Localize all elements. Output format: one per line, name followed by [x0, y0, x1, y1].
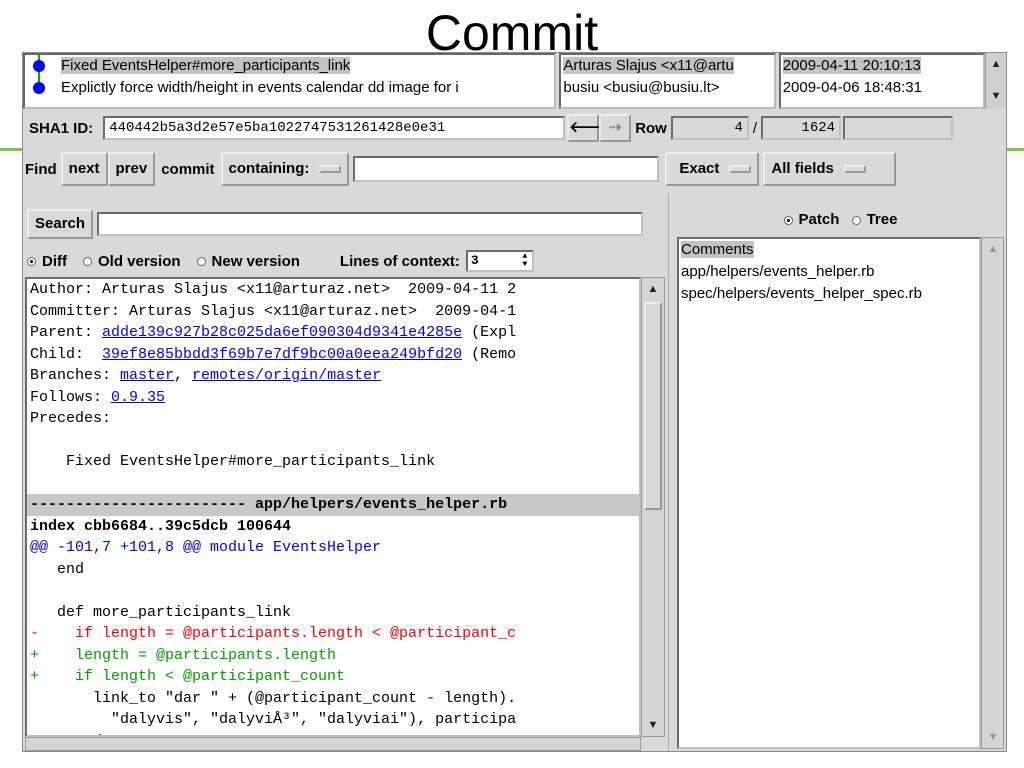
scroll-down-icon[interactable]: ▼: [987, 87, 1005, 105]
find-bar: Find next prev commit containing: Exact …: [23, 151, 1006, 187]
diff-line: + if length < @participant_count: [30, 668, 346, 685]
pane-sash[interactable]: [668, 193, 675, 751]
commit-date: 2009-04-06 18:48:31: [782, 79, 922, 96]
row-label: Row: [635, 119, 667, 137]
exact-label: Exact: [679, 160, 720, 177]
slide-accent-left: [0, 148, 22, 151]
sha-label: SHA1 ID:: [29, 119, 94, 137]
search-input[interactable]: [97, 212, 644, 236]
diff-scroll-thumb[interactable]: [644, 302, 662, 510]
fields-label: All fields: [771, 160, 834, 177]
diff-line: index cbb6684..39c5dcb 100644: [30, 517, 292, 535]
branch-link[interactable]: remotes/origin/master: [192, 367, 381, 384]
tree-radio[interactable]: Tree: [851, 211, 897, 228]
file-list: Comments app/helpers/events_helper.rb sp…: [677, 237, 981, 749]
diff-line: def more_participants_link: [30, 603, 292, 621]
new-version-radio[interactable]: New version: [196, 253, 300, 270]
search-row: Search: [27, 209, 644, 239]
diff-line: link_to "dar " + (@participant_count - l…: [30, 689, 517, 707]
diff-line: Child: 39ef8e85bbdd3f69b7e7df9bc00a0eea2…: [30, 345, 517, 363]
branch-link[interactable]: master: [120, 367, 174, 384]
exact-menu[interactable]: Exact: [665, 152, 760, 186]
slide-title: Commit: [425, 5, 599, 61]
sha-input[interactable]: 440442b5a3d2e57e5ba1022747531261428e0e31: [103, 116, 566, 140]
diff-line: Parent: adde139c927b28c025da6ef090304d93…: [30, 324, 517, 341]
back-arrow-icon[interactable]: 🡐: [567, 114, 609, 142]
diff-line: Precedes:: [30, 410, 112, 427]
diff-options: Diff Old version New version Lines of co…: [27, 249, 667, 273]
diff-scrollbar[interactable]: ▲ ▼: [641, 277, 665, 737]
find-input[interactable]: [353, 156, 660, 182]
diff-view[interactable]: Author: Arturas Slajus <x11@arturaz.net>…: [25, 277, 641, 737]
radio-off-icon: [196, 257, 206, 267]
file-list-item[interactable]: app/helpers/events_helper.rb: [679, 261, 979, 283]
scroll-down-icon[interactable]: ▼: [984, 728, 1002, 746]
radio-off-icon: [83, 257, 92, 267]
commit-date-row[interactable]: 2009-04-06 18:48:31: [781, 77, 983, 99]
gitk-window: Fixed EventsHelper#more_participants_lin…: [22, 52, 1007, 752]
scroll-up-icon[interactable]: ▲: [984, 240, 1002, 258]
commit-link[interactable]: 39ef8e85bbdd3f69b7e7df9bc00a0eea249bfd20: [102, 346, 462, 363]
graph-node-icon: [27, 77, 61, 99]
diff-line: ------------------------ app/helpers/eve…: [27, 494, 639, 516]
diff-line: Follows: 0.9.35: [30, 388, 166, 406]
file-list-item[interactable]: spec/helpers/events_helper_spec.rb: [679, 283, 979, 305]
radio-on-icon: [27, 257, 36, 267]
context-label: Lines of context:: [339, 252, 460, 270]
spin-down-icon[interactable]: ▼: [519, 261, 531, 269]
commit-link[interactable]: adde139c927b28c025da6ef090304d9341e4285e: [102, 324, 462, 341]
find-type-label: commit: [161, 160, 215, 178]
patch-tree-toggle: Patch Tree: [675, 211, 1006, 228]
file-pane: Patch Tree Comments app/helpers/events_h…: [675, 203, 1006, 751]
radio-off-icon: [851, 215, 861, 225]
menu-indicator-icon: [843, 165, 866, 173]
diff-line: Committer: Arturas Slajus <x11@arturaz.n…: [30, 302, 517, 320]
diff-line: Branches: master, remotes/origin/master: [30, 367, 382, 384]
diff-line: Author: Arturas Slajus <x11@arturaz.net>…: [30, 281, 517, 298]
search-button[interactable]: Search: [27, 209, 94, 239]
details-pane: Search Diff Old version New version Line…: [23, 203, 668, 751]
scroll-up-icon[interactable]: ▲: [644, 280, 662, 298]
diff-hscrollbar[interactable]: [25, 737, 641, 751]
menu-indicator-icon: [319, 165, 342, 173]
patch-radio[interactable]: Patch: [783, 211, 839, 228]
diff-line: [27, 430, 639, 452]
row-total: 1624: [761, 116, 842, 140]
commit-row[interactable]: Explictly force width/height in events c…: [25, 77, 554, 99]
radio-on-icon: [783, 215, 793, 225]
row-separator: /: [752, 119, 758, 137]
diff-line: - if length = @participants.length < @pa…: [30, 625, 517, 642]
file-list-item[interactable]: Comments: [679, 239, 979, 261]
commit-link[interactable]: 0.9.35: [111, 389, 165, 406]
scroll-down-icon[interactable]: ▼: [644, 716, 662, 734]
diff-radio[interactable]: Diff: [27, 253, 67, 270]
file-list-scrollbar[interactable]: ▲ ▼: [981, 237, 1004, 749]
status-field: [843, 116, 954, 140]
diff-line: [27, 473, 639, 495]
forward-arrow-icon[interactable]: ⇢: [599, 114, 632, 142]
find-next-button[interactable]: next: [60, 152, 108, 186]
fields-menu[interactable]: All fields: [763, 152, 897, 186]
context-spinbox[interactable]: 3 ▲ ▼: [465, 250, 534, 272]
commit-author-row[interactable]: busiu <busiu@busiu.lt>: [561, 77, 773, 99]
find-mode-menu[interactable]: containing:: [220, 152, 350, 186]
menu-indicator-icon: [729, 165, 752, 173]
commit-subject: Explictly force width/height in events c…: [61, 79, 459, 96]
find-prev-button[interactable]: prev: [107, 152, 156, 186]
commit-author: busiu <busiu@busiu.lt>: [563, 79, 720, 96]
find-label: Find: [25, 160, 57, 178]
sha-bar: SHA1 ID: 440442b5a3d2e57e5ba102274753126…: [23, 113, 1006, 143]
diff-line: @@ -101,7 +101,8 @@ module EventsHelper: [30, 539, 382, 556]
diff-line: [27, 580, 639, 602]
find-mode-label: containing:: [228, 160, 310, 177]
diff-line: Fixed EventsHelper#more_participants_lin…: [30, 453, 436, 470]
diff-line: "dalyvis", "dalyviÅ³", "dalyviai"), part…: [30, 711, 517, 728]
diff-line: end: [30, 560, 85, 578]
diff-line: + length = @participants.length: [30, 646, 337, 664]
old-version-radio[interactable]: Old version: [83, 253, 181, 270]
row-current: 4: [670, 116, 749, 140]
